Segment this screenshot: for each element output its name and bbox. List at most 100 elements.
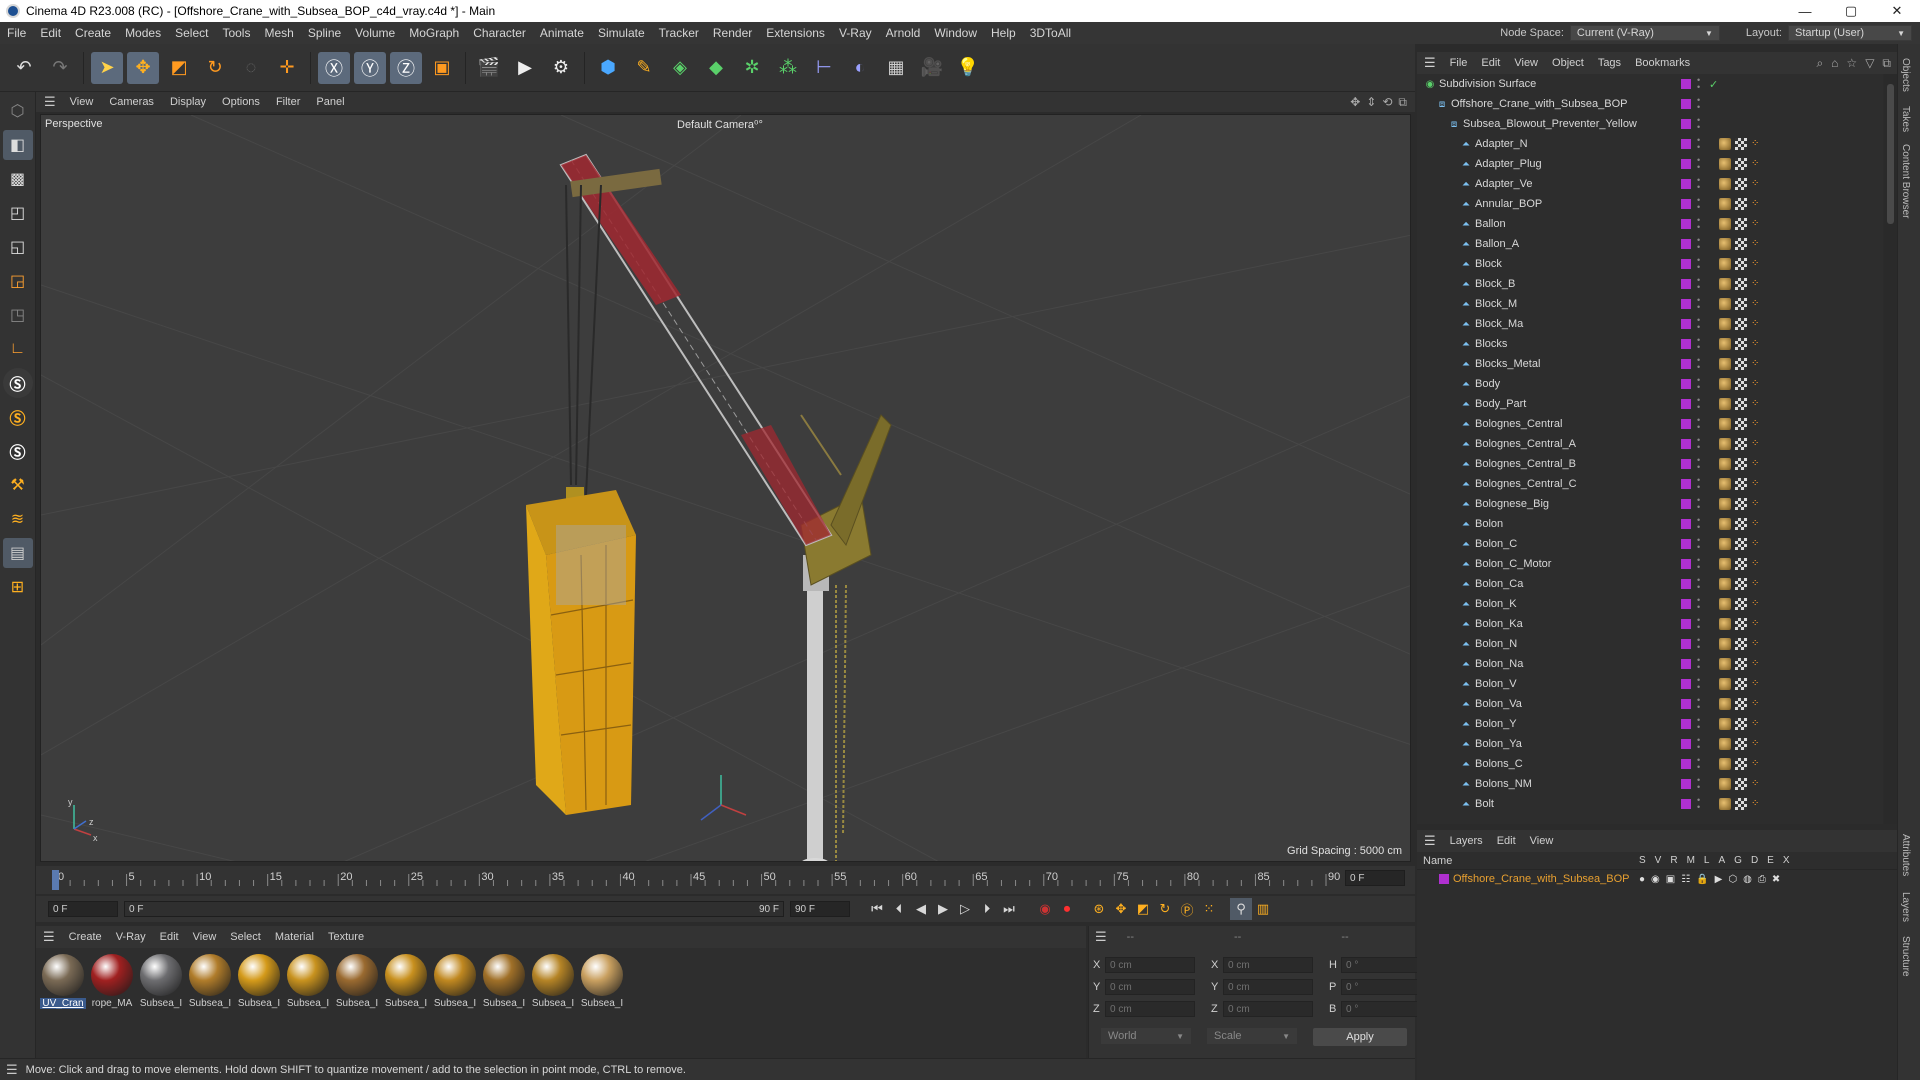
mograph-icon[interactable]: ⁂ (772, 52, 804, 84)
field-icon[interactable]: ◐ (844, 52, 876, 84)
material-tag-icon[interactable] (1719, 478, 1731, 490)
menu-vray[interactable]: V-Ray (832, 26, 879, 40)
uv-mode-icon[interactable]: ◳ (3, 300, 33, 330)
uvw-tag-icon[interactable] (1735, 598, 1747, 610)
enabled-check-icon[interactable]: ✓ (1709, 78, 1718, 91)
floor-icon[interactable]: ▦ (880, 52, 912, 84)
star-icon[interactable]: ☆ (1846, 56, 1857, 70)
object-tree-row[interactable]: ⏶ Ballon_A • • ⁘ (1417, 234, 1883, 254)
move-tool-icon[interactable]: ✥ (127, 51, 159, 84)
layer-color-badge[interactable] (1681, 199, 1691, 209)
selection-tag-icon[interactable]: ⁘ (1751, 778, 1763, 790)
object-menu-tags[interactable]: Tags (1591, 57, 1628, 69)
object-tree-row[interactable]: ⏶ Bolon_Ca • • ⁘ (1417, 574, 1883, 594)
axis-mode-icon[interactable]: ∟ (3, 334, 33, 364)
object-tree-row[interactable]: ⏶ Bolognese_Big • • ⁘ (1417, 494, 1883, 514)
object-tree-row[interactable]: ⏶ Bolon_Va • • ⁘ (1417, 694, 1883, 714)
search-icon[interactable]: ⌕ (1816, 56, 1823, 71)
tweak-mode-icon[interactable]: ⚒ (3, 470, 33, 500)
timeline-window-icon[interactable]: ▥ (1252, 898, 1274, 920)
coordinate-system-icon[interactable]: ▣ (426, 52, 458, 84)
uvw-tag-icon[interactable] (1735, 518, 1747, 530)
uvw-tag-icon[interactable] (1735, 538, 1747, 550)
viewport-menu-display[interactable]: Display (162, 96, 214, 108)
layer-color-badge[interactable] (1681, 579, 1691, 589)
material-swatch[interactable]: Subsea_I (481, 954, 527, 1009)
planar-workplane-icon[interactable]: ⊞ (3, 572, 33, 602)
menu-mograph[interactable]: MoGraph (402, 26, 466, 40)
viewport-menu-options[interactable]: Options (214, 96, 268, 108)
visibility-dots-icon[interactable]: • • (1697, 616, 1700, 632)
material-tag-icon[interactable] (1719, 578, 1731, 590)
timeline-ruler[interactable]: 0 5 10 15 20 25 30 35 40 45 50 55 60 65 70 75 80 85 90 0 F (36, 866, 1415, 894)
visibility-dots-icon[interactable]: • • (1697, 696, 1700, 712)
object-tree-row[interactable]: ⏶ Block_M • • ⁘ (1417, 294, 1883, 314)
generator-icon[interactable]: ⬡ (1728, 874, 1737, 885)
layer-color-badge[interactable] (1681, 759, 1691, 769)
menu-animate[interactable]: Animate (533, 26, 591, 40)
object-tree-row[interactable]: ⏶ Bolon_V • • ⁘ (1417, 674, 1883, 694)
redo-icon[interactable]: ↷ (44, 52, 76, 84)
menu-3dtoall[interactable]: 3DToAll (1023, 26, 1078, 40)
node-space-dropdown[interactable]: Current (V-Ray) ▼ (1569, 25, 1720, 41)
menu-spline[interactable]: Spline (301, 26, 348, 40)
material-tag-icon[interactable] (1719, 518, 1731, 530)
undo-icon[interactable]: ↶ (8, 52, 40, 84)
material-tag-icon[interactable] (1719, 138, 1731, 150)
object-tree-row[interactable]: ⏶ Adapter_N • • ⁘ (1417, 134, 1883, 154)
visibility-dots-icon[interactable]: • • (1697, 436, 1700, 452)
point-mode-icon[interactable]: ◰ (3, 198, 33, 228)
material-tag-icon[interactable] (1719, 438, 1731, 450)
object-tree-row[interactable]: ⏶ Bolon_Ka • • ⁘ (1417, 614, 1883, 634)
z-axis-lock-icon[interactable]: Ⓩ (390, 51, 422, 84)
material-swatch[interactable]: Subsea_I (138, 954, 184, 1009)
material-tag-icon[interactable] (1719, 458, 1731, 470)
object-tree-row[interactable]: ⏶ Bolon_C • • ⁘ (1417, 534, 1883, 554)
object-tree-row[interactable]: ⏶ Block_Ma • • ⁘ (1417, 314, 1883, 334)
new-window-icon[interactable]: ⧉ (1882, 56, 1891, 71)
cube-primitive-icon[interactable]: ⬢ (592, 52, 624, 84)
menu-arnold[interactable]: Arnold (879, 26, 928, 40)
object-tree-row[interactable]: ⏶ Ballon • • ⁘ (1417, 214, 1883, 234)
3d-viewport[interactable]: y x z Perspective Default Camera⁰° Grid … (40, 114, 1411, 862)
layer-color-badge[interactable] (1681, 159, 1691, 169)
material-menu-vray[interactable]: V-Ray (109, 931, 153, 943)
transform-tool-icon[interactable]: ✛ (271, 52, 303, 84)
material-tag-icon[interactable] (1719, 638, 1731, 650)
layer-col-view[interactable]: V (1655, 855, 1662, 866)
visibility-dots-icon[interactable]: • • (1697, 336, 1700, 352)
maximize-button[interactable]: ▢ (1828, 0, 1874, 22)
layer-color-badge[interactable] (1681, 139, 1691, 149)
material-tag-icon[interactable] (1719, 718, 1731, 730)
object-menu-edit[interactable]: Edit (1474, 57, 1507, 69)
render-view-icon[interactable]: 🎬 (473, 52, 505, 84)
selection-tag-icon[interactable]: ⁘ (1751, 578, 1763, 590)
layer-color-badge[interactable] (1681, 179, 1691, 189)
object-tree-row[interactable]: ⏶ Bolognes_Central_B • • ⁘ (1417, 454, 1883, 474)
material-swatch[interactable]: Subsea_I (383, 954, 429, 1009)
snap-settings-icon[interactable]: Ⓢ (3, 402, 33, 432)
viewport-menu-panel[interactable]: Panel (308, 96, 352, 108)
visibility-dots-icon[interactable]: • • (1697, 476, 1700, 492)
position-y-field[interactable]: 0 cm (1105, 979, 1195, 995)
menu-mesh[interactable]: Mesh (257, 26, 300, 40)
material-swatch[interactable]: Subsea_I (432, 954, 478, 1009)
menu-simulate[interactable]: Simulate (591, 26, 652, 40)
selection-tag-icon[interactable]: ⁘ (1751, 558, 1763, 570)
object-tree-row[interactable]: ⏶ Bolognes_Central_C • • ⁘ (1417, 474, 1883, 494)
maximize-viewport-icon[interactable]: ⧉ (1398, 95, 1407, 110)
object-tree-row[interactable]: ⏶ Adapter_Plug • • ⁘ (1417, 154, 1883, 174)
layer-col-expressions[interactable]: E (1767, 855, 1774, 866)
material-swatch[interactable]: Subsea_I (187, 954, 233, 1009)
rotation-p-field[interactable]: 0 ° (1341, 979, 1421, 995)
visibility-dots-icon[interactable]: • • (1697, 516, 1700, 532)
visibility-dots-icon[interactable]: • • (1697, 136, 1700, 152)
layer-menu-view[interactable]: View (1523, 835, 1561, 847)
eye-icon[interactable]: ◉ (1651, 874, 1660, 885)
layer-color-badge[interactable] (1681, 219, 1691, 229)
uvw-tag-icon[interactable] (1735, 158, 1747, 170)
visibility-dots-icon[interactable]: • • (1697, 536, 1700, 552)
tab-takes[interactable]: Takes (1900, 106, 1911, 132)
object-tree-row[interactable]: ⏶ Bolognes_Central_A • • ⁘ (1417, 434, 1883, 454)
menu-modes[interactable]: Modes (118, 26, 168, 40)
